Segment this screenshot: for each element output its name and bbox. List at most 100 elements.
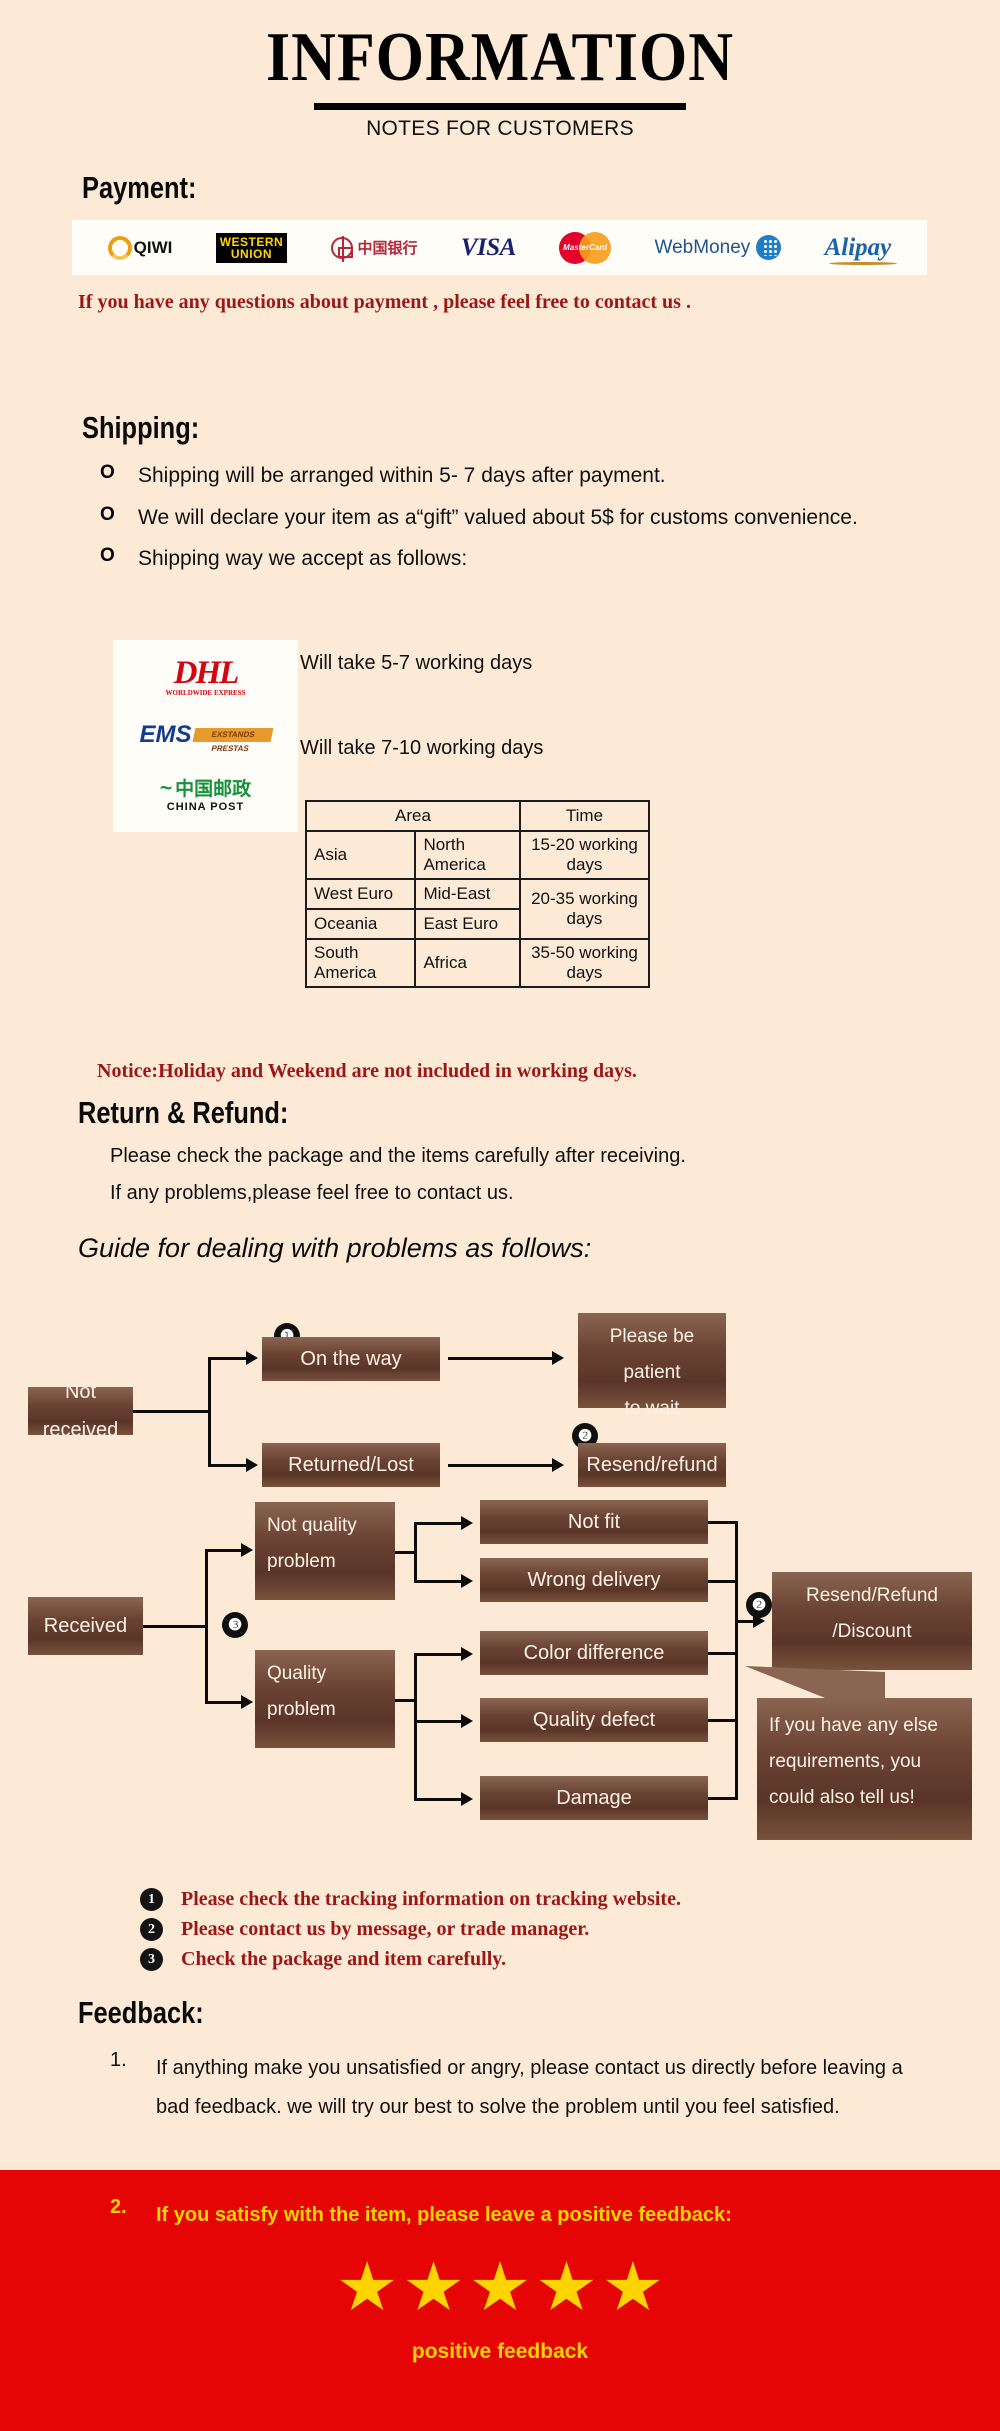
shipping-bullets: O Shipping will be arranged within 5- 7 … xyxy=(100,462,1000,573)
star-rating[interactable] xyxy=(0,2261,1000,2320)
visa-label: VISA xyxy=(460,233,516,261)
flow-line xyxy=(414,1522,417,1582)
payment-methods-bar: QIWI WESTERN UNION 中国银行 VISA MasterCard W… xyxy=(72,220,927,275)
problem-flowchart: Not received ❶ On the way Returned/Lost … xyxy=(0,1300,1000,1890)
star-icon[interactable] xyxy=(539,2261,594,2311)
china-post-symbol-icon: ~ xyxy=(159,776,173,800)
note-text: Please check the tracking information on… xyxy=(181,1888,681,1910)
flow-line xyxy=(708,1652,738,1655)
feedback-item-1-number: 1. xyxy=(110,2049,127,2071)
flow-arrow xyxy=(461,1714,473,1728)
flow-line xyxy=(414,1580,464,1583)
page-subtitle: NOTES FOR CUSTOMERS xyxy=(366,117,634,141)
flow-box-quality-line2: problem xyxy=(267,1699,336,1721)
bullet-marker-icon: O xyxy=(100,503,115,525)
flow-arrow xyxy=(461,1647,473,1661)
bullet-marker-icon: O xyxy=(100,462,115,483)
feedback-item-1-text: If anything make you unsatisfied or angr… xyxy=(156,2057,903,2118)
flow-arrow xyxy=(246,1351,258,1365)
note-number-icon: 1 xyxy=(140,1888,163,1911)
shipping-bullet-text: We will declare your item as a“gift” val… xyxy=(138,505,858,529)
ems-sublabel: EXSTANDS PRESTAS xyxy=(192,728,273,753)
flow-line xyxy=(414,1798,464,1801)
flow-arrow xyxy=(552,1458,564,1472)
feedback-item-2-text: If you satisfy with the item, please lea… xyxy=(156,2204,732,2226)
callout-line1: If you have any else xyxy=(769,1715,938,1736)
flow-line xyxy=(414,1653,464,1656)
ems-label: EMS xyxy=(139,721,192,748)
flow-box-quality-defect: Quality defect xyxy=(480,1698,708,1742)
flow-line xyxy=(208,1464,248,1467)
shipping-bullet: O Shipping will be arranged within 5- 7 … xyxy=(100,462,1000,490)
feedback-item-2-number: 2. xyxy=(110,2196,127,2218)
table-row: South America Africa 35-50 working days xyxy=(304,938,651,988)
cell-area-b: East Euro xyxy=(414,908,521,940)
ems-time: Will take 7-10 working days xyxy=(300,737,544,759)
page-title: INFORMATION xyxy=(266,19,734,96)
shipping-time-table: Area Time Asia North America 15-20 worki… xyxy=(304,800,651,988)
star-icon[interactable] xyxy=(406,2261,461,2311)
bank-of-china-logo: 中国银行 xyxy=(330,228,418,268)
flow-badge-3: ❸ xyxy=(222,1612,248,1638)
payment-heading: Payment: xyxy=(82,170,197,205)
flow-box-not-quality-line2: problem xyxy=(267,1551,336,1573)
flow-line xyxy=(133,1410,211,1413)
table-header-row: Area Time xyxy=(305,800,651,832)
shipping-bullet: O We will declare your item as a“gift” v… xyxy=(100,504,1000,532)
flow-box-quality-line1: Quality xyxy=(267,1663,327,1684)
star-icon[interactable] xyxy=(606,2261,660,2311)
flow-line xyxy=(708,1797,738,1800)
cell-area-b: Mid-East xyxy=(414,878,521,910)
qiwi-logo: QIWI xyxy=(107,228,173,268)
flow-line xyxy=(708,1719,738,1722)
cell-area-a: Asia xyxy=(304,830,417,880)
flow-box-color-difference: Color difference xyxy=(480,1631,708,1675)
note-number-icon: 2 xyxy=(140,1918,163,1941)
note-number-icon: 3 xyxy=(140,1948,163,1971)
wu-label-line2: UNION xyxy=(230,246,273,261)
flow-box-rrd-line2: /Discount xyxy=(832,1621,912,1643)
flow-line xyxy=(735,1521,738,1800)
flow-line xyxy=(448,1357,556,1360)
title-underline xyxy=(314,103,686,111)
carrier-times: Will take 5-7 working days Will take 7-1… xyxy=(300,652,543,822)
webmoney-logo: WebMoney xyxy=(655,228,782,268)
note-item: 1 Please check the tracking information … xyxy=(140,1888,1000,1911)
flow-line xyxy=(143,1625,208,1628)
flow-line xyxy=(205,1701,243,1704)
flow-line xyxy=(205,1549,208,1704)
flow-arrow xyxy=(461,1792,473,1806)
star-icon[interactable] xyxy=(340,2261,394,2311)
flow-box-wrong-delivery: Wrong delivery xyxy=(480,1558,708,1602)
flow-box-not-quality-problem: Not quality problem xyxy=(255,1502,395,1600)
flow-arrow xyxy=(461,1516,473,1530)
flow-badge-2b: ❷ xyxy=(746,1592,772,1618)
numbered-notes: 1 Please check the tracking information … xyxy=(0,1888,1000,1978)
flow-box-on-the-way: On the way xyxy=(262,1337,440,1381)
cell-area-a: West Euro xyxy=(304,878,417,910)
dhl-label: DHL xyxy=(173,655,240,691)
flow-box-callout: If you have any else requirements, you c… xyxy=(757,1698,972,1840)
page-header: INFORMATION NOTES FOR CUSTOMERS xyxy=(0,0,1000,141)
flow-arrow xyxy=(552,1351,564,1365)
feedback-heading: Feedback: xyxy=(78,1995,204,2030)
flow-box-resend-refund-discount: Resend/Refund /Discount xyxy=(772,1572,972,1670)
flow-box-damage: Damage xyxy=(480,1776,708,1820)
note-item: 3 Check the package and item carefully. xyxy=(140,1948,1000,1971)
qiwi-label: QIWI xyxy=(133,237,173,257)
shipping-notice: Notice:Holiday and Weekend are not inclu… xyxy=(97,1060,637,1082)
note-text: Please contact us by message, or trade m… xyxy=(181,1918,590,1940)
flow-box-returned-lost: Returned/Lost xyxy=(262,1443,440,1487)
flow-line xyxy=(708,1580,738,1583)
positive-feedback-caption: positive feedback xyxy=(411,2340,589,2363)
cell-time: 20-35 working days xyxy=(518,878,651,940)
shipping-heading: Shipping: xyxy=(82,410,200,445)
return-heading: Return & Refund: xyxy=(78,1095,289,1130)
alipay-label: Alipay xyxy=(824,233,897,265)
alipay-logo: Alipay xyxy=(824,228,897,268)
visa-logo: VISA xyxy=(461,228,516,268)
flow-line xyxy=(414,1522,464,1525)
note-item: 2 Please contact us by message, or trade… xyxy=(140,1918,1000,1941)
feedback-section: Feedback: 1. If anything make you unsati… xyxy=(0,1995,1000,2127)
star-icon[interactable] xyxy=(473,2261,527,2311)
